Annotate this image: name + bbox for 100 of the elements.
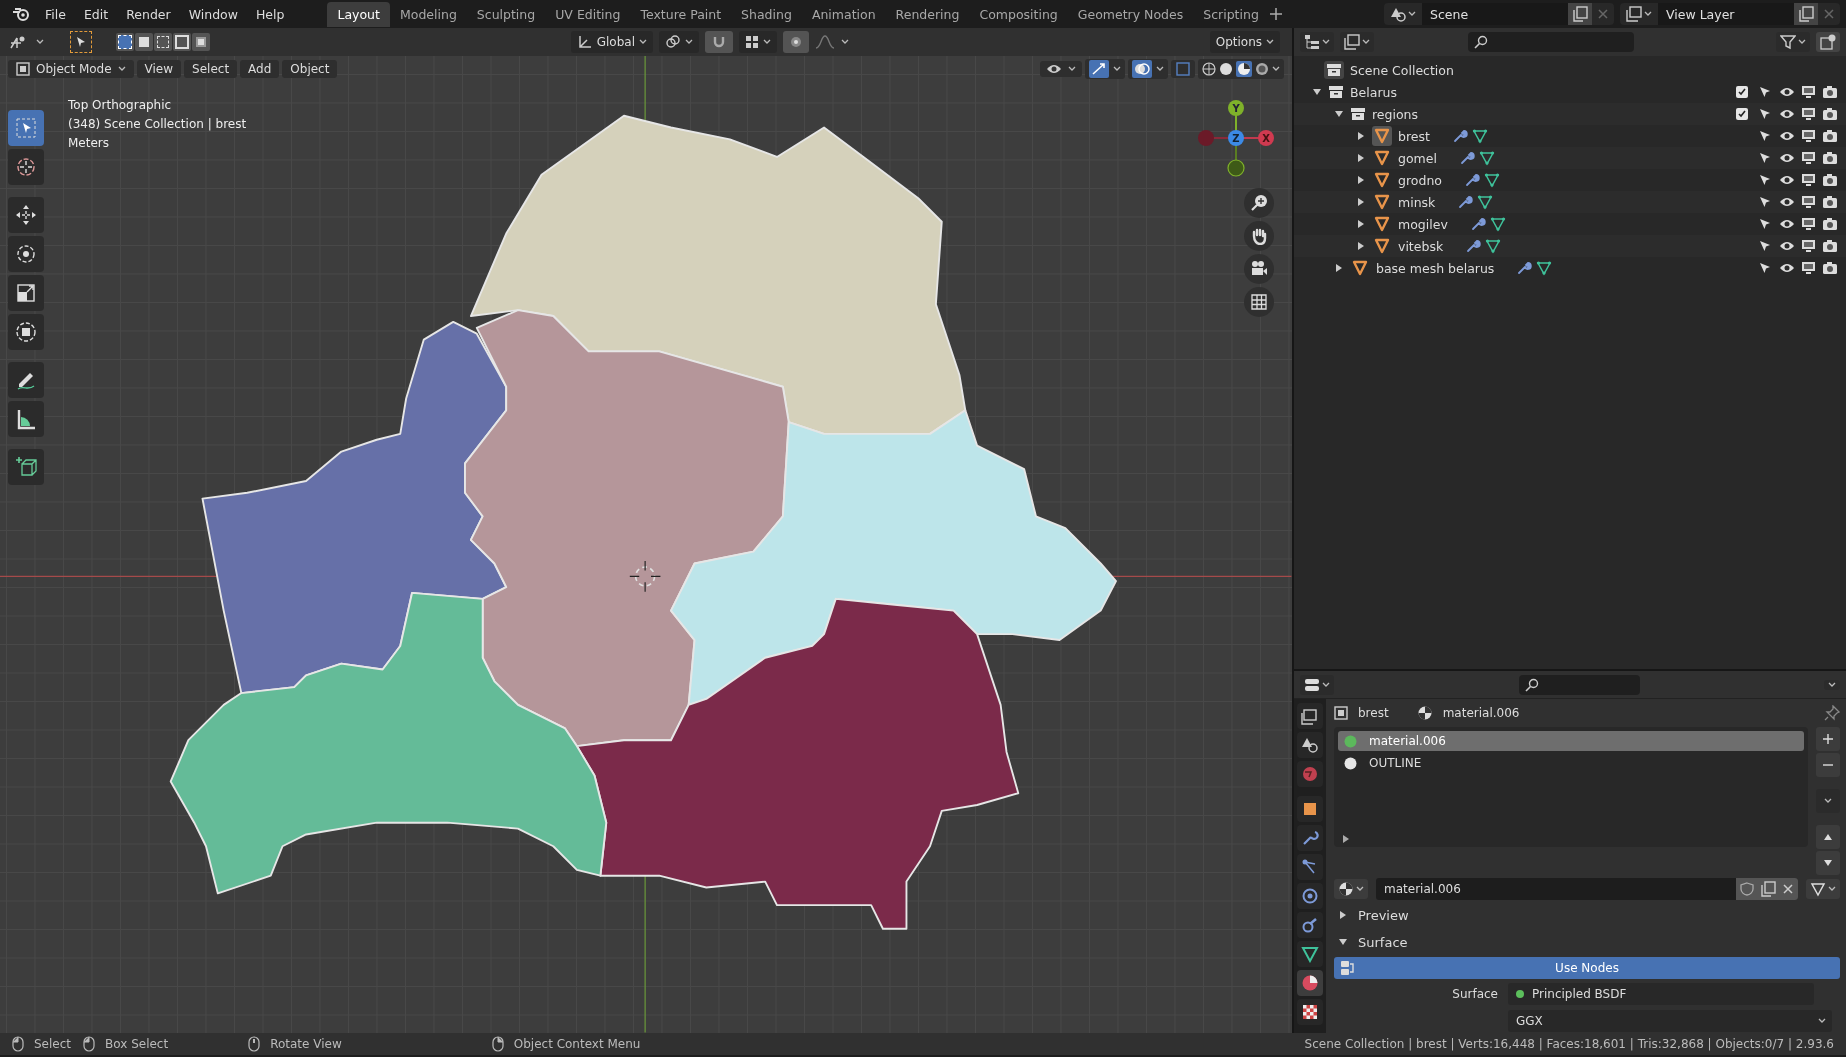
camera-icon[interactable]	[1822, 195, 1838, 209]
eye-icon[interactable]	[1779, 239, 1795, 253]
snap-magnet-icon[interactable]	[711, 34, 727, 50]
pin-icon[interactable]	[1824, 705, 1840, 721]
disclosure-triangle-icon[interactable]	[1334, 263, 1344, 273]
falloff-curve-icon[interactable]	[815, 35, 835, 49]
axis-handle[interactable]: Z	[1228, 130, 1244, 146]
panel-header[interactable]: Preview	[1358, 907, 1409, 923]
workspace-tab[interactable]: Animation	[801, 1, 886, 27]
grid-view-button[interactable]	[1244, 287, 1274, 317]
search-field[interactable]	[1467, 32, 1634, 52]
eye-icon[interactable]	[1779, 261, 1795, 275]
disclosure-triangle-icon[interactable]	[1356, 175, 1366, 185]
select-arrow-icon[interactable]	[1758, 195, 1772, 209]
workspace-tab[interactable]: Sculpting	[466, 1, 546, 27]
outliner-item[interactable]: Scene Collection	[1350, 62, 1454, 78]
disclosure-triangle-icon[interactable]	[1338, 937, 1348, 947]
disclosure-triangle-icon[interactable]	[1356, 219, 1366, 229]
scene-icon[interactable]	[1390, 6, 1406, 22]
camera-view-button[interactable]	[1244, 254, 1274, 284]
pivot-icon[interactable]	[665, 34, 681, 50]
camera-icon[interactable]	[1822, 261, 1838, 275]
disclosure-triangle-icon[interactable]	[1356, 197, 1366, 207]
monitor-icon[interactable]	[1801, 151, 1816, 165]
negative-axis-handle[interactable]	[1227, 159, 1245, 177]
filter-icon[interactable]	[1780, 34, 1796, 50]
close-icon[interactable]	[1597, 8, 1609, 20]
select-arrow-icon[interactable]	[1758, 173, 1772, 187]
negative-axis-handle[interactable]	[1198, 130, 1214, 146]
snap-grid-icon[interactable]	[745, 35, 759, 49]
physics-tab[interactable]	[1301, 887, 1319, 905]
object-icon[interactable]	[1350, 258, 1370, 278]
close-icon[interactable]	[1823, 8, 1835, 20]
select-arrow-icon[interactable]	[1758, 85, 1772, 99]
add-workspace-icon[interactable]	[1268, 7, 1283, 21]
material-shading-icon[interactable]	[1237, 62, 1251, 76]
move-up-icon[interactable]	[1823, 833, 1833, 841]
disclosure-triangle-icon[interactable]	[1334, 109, 1344, 119]
visibility-eye-icon[interactable]	[1046, 62, 1062, 76]
workspace-tab[interactable]: Shading	[731, 1, 802, 27]
workspace-tab[interactable]: Texture Paint	[630, 1, 732, 27]
wireframe-shading-icon[interactable]	[1202, 62, 1216, 76]
new-collection-icon[interactable]	[1820, 34, 1836, 50]
eye-icon[interactable]	[1779, 107, 1795, 121]
invert-selection-icon[interactable]	[173, 33, 191, 51]
menu-item[interactable]: Edit	[74, 3, 118, 25]
disclosure-triangle-icon[interactable]	[1356, 131, 1366, 141]
outliner-item[interactable]: gomel	[1398, 150, 1437, 166]
camera-icon[interactable]	[1822, 217, 1838, 231]
solid-shading-icon[interactable]	[1219, 62, 1233, 76]
modifier-tab[interactable]	[1301, 829, 1319, 847]
outliner-item[interactable]: Belarus	[1350, 84, 1397, 100]
cursor-tool[interactable]	[8, 149, 44, 185]
measure-tool[interactable]	[8, 401, 44, 437]
use-nodes-button[interactable]: Use Nodes	[1334, 957, 1840, 979]
texture-tab[interactable]	[1301, 1003, 1319, 1021]
camera-icon[interactable]	[1822, 85, 1838, 99]
monitor-icon[interactable]	[1801, 107, 1816, 121]
select-arrow-icon[interactable]	[1758, 239, 1772, 253]
eye-icon[interactable]	[1779, 85, 1795, 99]
duplicate-icon[interactable]	[1760, 881, 1776, 897]
intersect-selection-icon[interactable]	[192, 33, 210, 51]
workspace-tab[interactable]: Scripting	[1193, 1, 1269, 27]
menu-button[interactable]: View	[136, 60, 182, 78]
select-arrow-icon[interactable]	[1758, 129, 1772, 143]
disclosure-triangle-icon[interactable]	[1356, 241, 1366, 251]
fake-user-shield-icon[interactable]	[1740, 882, 1754, 896]
material-name-field[interactable]: material.006	[1376, 878, 1798, 900]
select-arrow-icon[interactable]	[1758, 261, 1772, 275]
select-arrow-icon[interactable]	[1758, 151, 1772, 165]
monitor-icon[interactable]	[1801, 217, 1816, 231]
object-icon[interactable]	[1372, 170, 1392, 190]
transform-tool[interactable]	[8, 314, 44, 350]
subtract-selection-icon[interactable]	[154, 33, 172, 51]
workspace-tab[interactable]: Compositing	[969, 1, 1068, 27]
axis-handle[interactable]: Y	[1228, 100, 1244, 116]
monitor-icon[interactable]	[1801, 173, 1816, 187]
rendered-shading-icon[interactable]	[1255, 62, 1269, 76]
options-dropdown[interactable]: Options	[1209, 31, 1280, 53]
mode-dropdown[interactable]: Object Mode	[8, 60, 134, 78]
object-icon[interactable]	[1372, 236, 1392, 256]
link-mesh-icon[interactable]	[1810, 881, 1826, 897]
object-tab[interactable]	[1301, 800, 1319, 818]
menu-button[interactable]: Add	[240, 60, 280, 78]
menu-item[interactable]: Help	[246, 3, 294, 25]
material-slot[interactable]: material.006	[1338, 731, 1804, 751]
move-down-icon[interactable]	[1823, 859, 1833, 867]
gizmo-toggle-icon[interactable]	[1091, 62, 1107, 76]
monitor-icon[interactable]	[1801, 129, 1816, 143]
checkbox[interactable]	[1736, 108, 1748, 120]
overlays-icon[interactable]	[1134, 62, 1150, 76]
workspace-tab[interactable]: Layout	[327, 1, 390, 27]
view-layer-field[interactable]: View Layer	[1658, 3, 1794, 25]
outliner-item[interactable]: grodno	[1398, 172, 1442, 188]
menu-item[interactable]: Window	[179, 3, 247, 25]
outliner-item[interactable]: mogilev	[1398, 216, 1448, 232]
search-field[interactable]	[1518, 674, 1640, 695]
eye-icon[interactable]	[1779, 129, 1795, 143]
outliner-item[interactable]: base mesh belarus	[1376, 260, 1495, 276]
select-box-tool[interactable]	[8, 110, 44, 146]
